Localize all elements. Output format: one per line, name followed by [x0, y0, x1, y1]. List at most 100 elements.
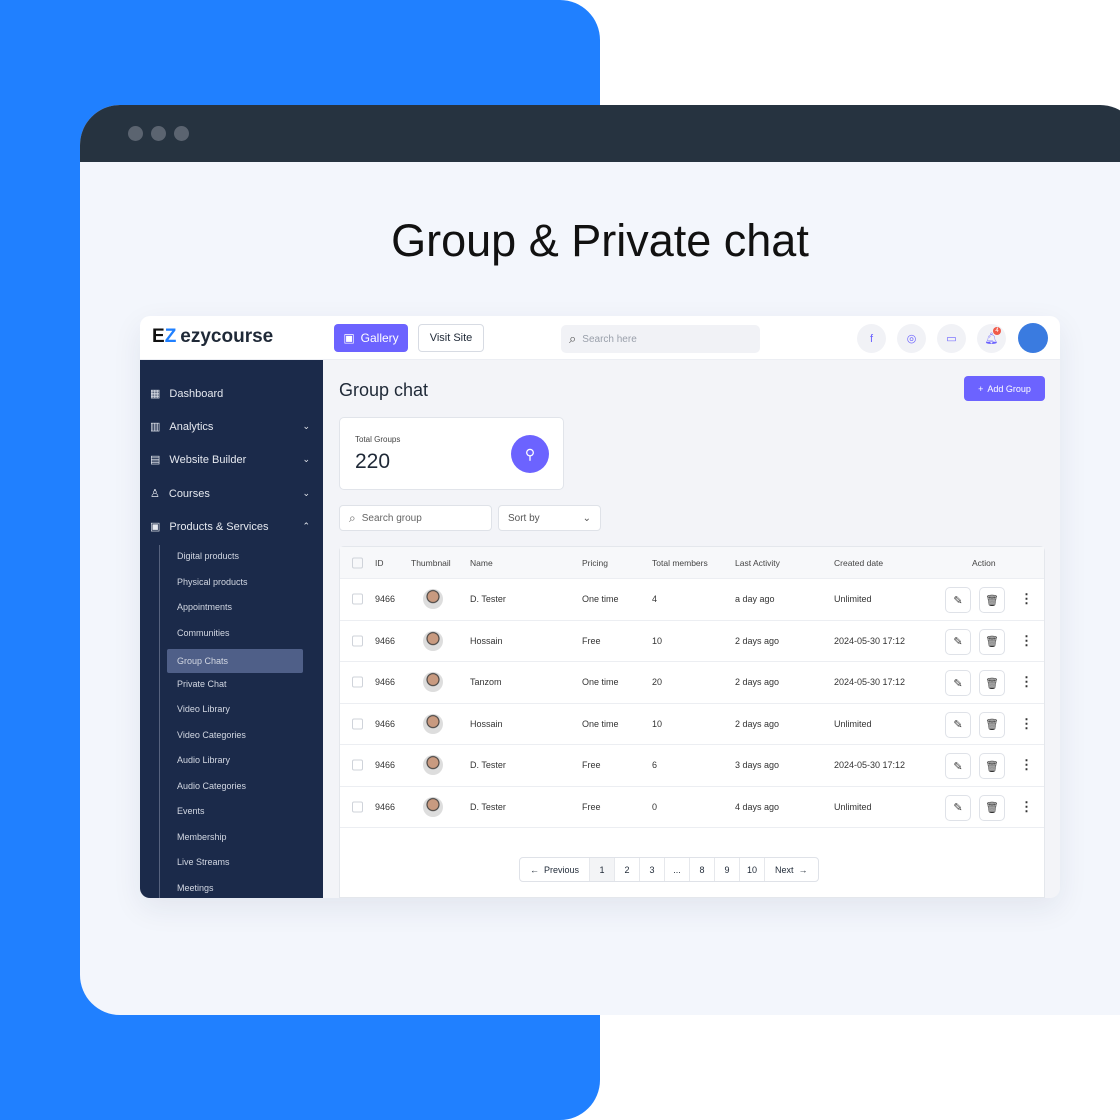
- edit-button[interactable]: ✎: [945, 628, 971, 655]
- sidebar-item-dashboard[interactable]: ▦ Dashboard: [150, 387, 310, 401]
- delete-button[interactable]: 🗑︎: [979, 670, 1005, 696]
- page-1[interactable]: 1: [590, 858, 616, 881]
- pagination: ← Previous 1 2 3... 8 9 10 Next →: [519, 857, 819, 882]
- box-icon: ▣: [150, 521, 161, 533]
- row-cell: One time: [582, 718, 619, 729]
- delete-button[interactable]: 🗑︎: [979, 587, 1005, 613]
- sidebar-subitem[interactable]: Membership: [177, 832, 227, 842]
- sidebar-item-products-services[interactable]: ▣ Products & Services ⌃: [150, 520, 310, 534]
- row-id: 9466: [375, 594, 396, 605]
- visit-site-button[interactable]: Visit Site: [418, 324, 484, 352]
- edit-button[interactable]: ✎: [945, 670, 971, 696]
- window-dot: [128, 126, 143, 141]
- page-title: Group chat: [339, 380, 429, 400]
- total-groups-card: Total Groups 220 ⚲: [339, 417, 564, 490]
- row-checkbox[interactable]: [352, 759, 363, 771]
- edit-button[interactable]: ✎: [945, 794, 971, 821]
- previous-button[interactable]: ← Previous: [520, 858, 591, 881]
- page-8[interactable]: 8: [690, 858, 716, 881]
- sidebar-subitem[interactable]: Audio Library: [177, 755, 230, 765]
- gallery-button[interactable]: ▣ Gallery: [334, 324, 408, 352]
- page-10[interactable]: 10: [740, 858, 766, 881]
- more-options-icon[interactable]: ⋮: [1020, 799, 1033, 815]
- row-cell: D. Tester: [470, 760, 506, 771]
- row-cell: 4 days ago: [735, 801, 780, 812]
- row-cell: One time: [582, 677, 619, 688]
- sidebar-item-courses[interactable]: ♙ Courses ⌄: [150, 487, 310, 501]
- sidebar-subitem[interactable]: Audio Categories: [177, 781, 246, 791]
- sort-by-dropdown[interactable]: Sort by ⌄: [498, 505, 601, 531]
- more-options-icon[interactable]: ⋮: [1020, 633, 1033, 649]
- page-2[interactable]: 2: [615, 858, 641, 881]
- row-cell: Hossain: [470, 635, 503, 646]
- delete-button[interactable]: 🗑︎: [979, 753, 1005, 779]
- column-header: ID: [375, 557, 384, 568]
- arrow-right-icon: →: [798, 864, 808, 875]
- row-checkbox[interactable]: [352, 593, 363, 605]
- sidebar-subitem[interactable]: Video Categories: [177, 730, 246, 740]
- row-checkbox[interactable]: [352, 801, 363, 813]
- delete-button[interactable]: 🗑︎: [979, 711, 1005, 738]
- sort-label: Sort by: [508, 512, 540, 524]
- delete-button[interactable]: 🗑︎: [979, 794, 1005, 821]
- facebook-icon[interactable]: f: [857, 324, 886, 353]
- thumbnail-avatar: [423, 589, 443, 610]
- delete-button[interactable]: 🗑︎: [979, 628, 1005, 655]
- row-id: 9466: [375, 677, 396, 688]
- sidebar-subitem[interactable]: Private Chat: [177, 679, 227, 689]
- column-header: Action: [972, 557, 996, 568]
- chart-icon: ▥: [150, 421, 161, 433]
- sidebar-subitem[interactable]: Communities: [177, 628, 230, 638]
- sidebar-subitem[interactable]: Digital products: [177, 551, 239, 561]
- avatar[interactable]: [1018, 323, 1048, 353]
- sidebar-subitem[interactable]: Events: [177, 806, 205, 816]
- row-checkbox[interactable]: [352, 635, 363, 647]
- sidebar-item-label: Dashboard: [169, 387, 224, 400]
- table-row: 9466 D. Tester Free 0 4 days ago Unlimited ✎ 🗑︎…: [340, 787, 1044, 828]
- sidebar-item-analytics[interactable]: ▥ Analytics ⌄: [150, 420, 310, 434]
- more-options-icon[interactable]: ⋮: [1020, 591, 1033, 607]
- row-cell: D. Tester: [470, 801, 506, 812]
- row-cell: 2024-05-30 17:12: [834, 677, 906, 688]
- sidebar-subitem[interactable]: Appointments: [177, 602, 232, 612]
- page-9[interactable]: 9: [715, 858, 741, 881]
- bell-icon[interactable]: 🔔︎ 4: [977, 324, 1006, 353]
- sidebar-item-label: Products & Services: [169, 520, 269, 533]
- thumbnail-avatar: [423, 713, 443, 734]
- messenger-icon[interactable]: ◎: [897, 324, 926, 353]
- next-button[interactable]: Next →: [765, 858, 818, 881]
- more-options-icon[interactable]: ⋮: [1020, 716, 1033, 732]
- groups-table: ID Thumbnail Name Pricing Total members Last …: [339, 546, 1045, 898]
- edit-button[interactable]: ✎: [945, 711, 971, 738]
- row-cell: Unlimited: [834, 718, 872, 729]
- search-input[interactable]: ⌕ Search here: [561, 325, 760, 353]
- sidebar-item-website-builder[interactable]: ▤ Website Builder ⌄: [150, 453, 310, 467]
- row-checkbox[interactable]: [352, 676, 363, 688]
- brand-name: ezycourse: [180, 326, 274, 347]
- logo[interactable]: EZ ezycourse: [152, 326, 273, 348]
- add-group-button[interactable]: + Add Group: [964, 376, 1045, 401]
- sidebar-subitem[interactable]: Video Library: [177, 704, 230, 714]
- row-cell: 2 days ago: [735, 635, 780, 646]
- row-cell: a day ago: [735, 594, 775, 605]
- edit-button[interactable]: ✎: [945, 753, 971, 779]
- sidebar-subitem[interactable]: Physical products: [177, 577, 248, 587]
- page-3[interactable]: 3: [640, 858, 666, 881]
- sidebar-subitem[interactable]: Live Streams: [177, 857, 230, 867]
- row-cell: D. Tester: [470, 594, 506, 605]
- sidebar-subitem[interactable]: Group Chats: [167, 649, 303, 673]
- row-cell: Tanzom: [470, 677, 502, 688]
- column-header: Total members: [652, 557, 708, 568]
- more-options-icon[interactable]: ⋮: [1020, 674, 1033, 690]
- window-dot: [174, 126, 189, 141]
- select-all-checkbox[interactable]: [352, 557, 363, 568]
- chat-icon[interactable]: ▭: [937, 324, 966, 353]
- search-group-input[interactable]: ⌕ Search group: [339, 505, 492, 531]
- group-icon: ⚲: [511, 435, 549, 473]
- row-cell: 2 days ago: [735, 677, 780, 688]
- more-options-icon[interactable]: ⋮: [1020, 757, 1033, 773]
- edit-button[interactable]: ✎: [945, 587, 971, 613]
- column-header: Thumbnail: [411, 557, 451, 568]
- row-checkbox[interactable]: [352, 718, 363, 730]
- sidebar-subitem[interactable]: Meetings: [177, 883, 214, 893]
